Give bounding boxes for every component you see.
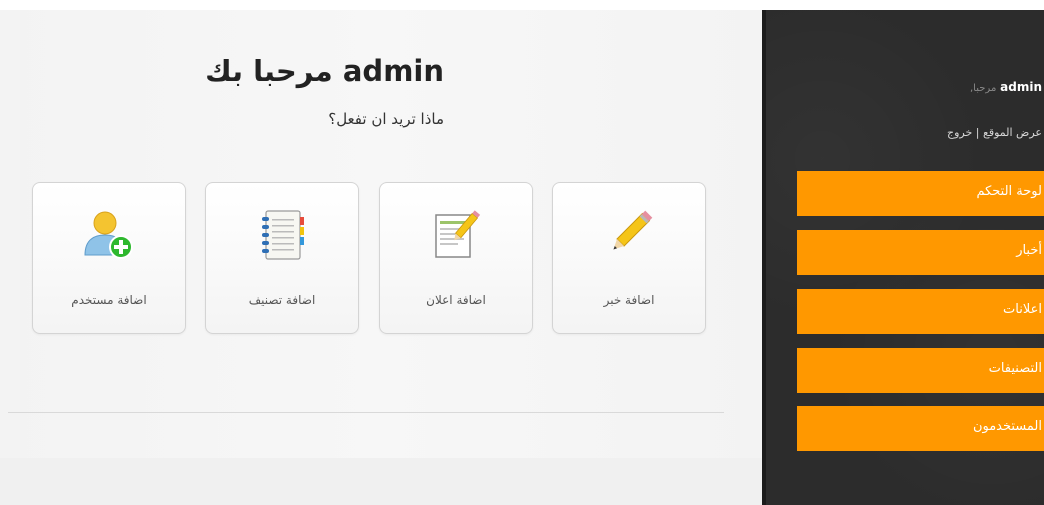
links-separator: | (975, 126, 980, 139)
account-links: عرض الموقع | خروج (947, 126, 1042, 139)
page-subtitle: ماذا تريد ان تفعل؟ (328, 110, 444, 128)
nav-news[interactable]: أخبار (797, 230, 1044, 275)
sidebar: admin مرحبا, عرض الموقع | خروج لوحة التح… (762, 10, 1044, 505)
edit-document-icon (435, 210, 481, 258)
notebook-icon (262, 210, 304, 260)
add-ad-label: اضافة اعلان (426, 293, 486, 307)
divider (8, 412, 724, 413)
nav-dashboard[interactable]: لوحة التحكم (797, 171, 1044, 216)
add-ad-card[interactable]: اضافة اعلان (379, 182, 533, 334)
logout-link[interactable]: خروج (947, 126, 972, 139)
add-category-card[interactable]: اضافة تصنيف (205, 182, 359, 334)
nav-categories[interactable]: التصنيفات (797, 348, 1044, 393)
view-site-link[interactable]: عرض الموقع (983, 126, 1042, 139)
nav-users[interactable]: المستخدمون (797, 406, 1044, 451)
username: admin (1000, 80, 1042, 94)
nav-ads[interactable]: اعلانات (797, 289, 1044, 334)
main-content: admin مرحبا بك ماذا تريد ان تفعل؟ اضافة … (0, 10, 762, 505)
add-news-card[interactable]: اضافة خبر (552, 182, 706, 334)
page-title: admin مرحبا بك (205, 54, 444, 88)
greeting-text: مرحبا, (970, 83, 997, 94)
add-user-icon (84, 211, 133, 259)
add-category-label: اضافة تصنيف (248, 293, 316, 307)
user-greeting: admin مرحبا, (970, 80, 1042, 94)
add-news-label: اضافة خبر (603, 293, 655, 307)
footer-area (0, 458, 762, 505)
pencil-icon (613, 210, 653, 250)
add-user-label: اضافة مستخدم (71, 293, 147, 307)
add-user-card[interactable]: اضافة مستخدم (32, 182, 186, 334)
